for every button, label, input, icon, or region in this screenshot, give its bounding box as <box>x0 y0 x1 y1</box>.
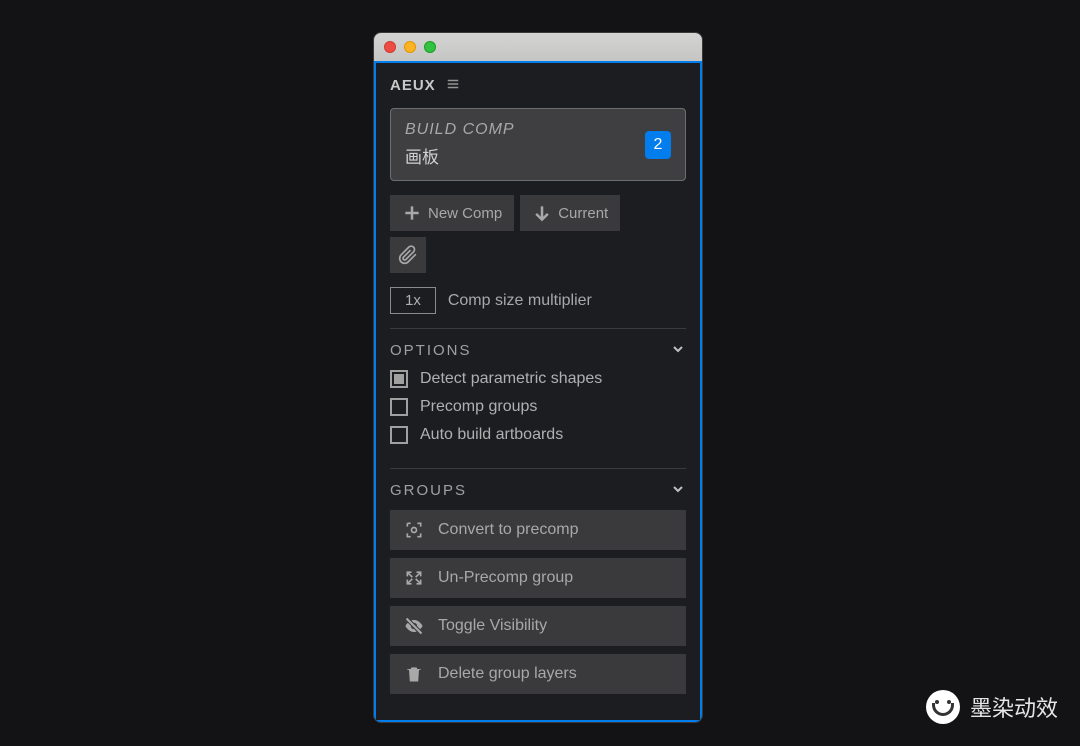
un-precomp-button[interactable]: Un-Precomp group <box>390 558 686 598</box>
trash-icon <box>404 664 424 684</box>
comp-button-row: New Comp Current <box>390 195 686 231</box>
precomp-groups-label: Precomp groups <box>420 398 537 416</box>
precomp-groups-option[interactable]: Precomp groups <box>390 398 686 416</box>
convert-to-precomp-button[interactable]: Convert to precomp <box>390 510 686 550</box>
eye-off-icon <box>404 616 424 636</box>
detect-parametric-option[interactable]: Detect parametric shapes <box>390 370 686 388</box>
checkbox-checked-icon <box>390 370 408 388</box>
build-comp-text: BUILD COMP 画板 <box>405 121 515 168</box>
unprecomp-label: Un-Precomp group <box>438 569 573 587</box>
paperclip-icon <box>398 245 418 265</box>
minimize-button[interactable] <box>404 41 416 53</box>
attach-row <box>390 237 686 273</box>
watermark: 墨染动效 <box>926 690 1058 724</box>
checkbox-icon <box>390 426 408 444</box>
current-label: Current <box>558 205 608 222</box>
close-button[interactable] <box>384 41 396 53</box>
groups-header-label: GROUPS <box>390 482 467 499</box>
layer-count-badge: 2 <box>645 131 671 159</box>
attach-button[interactable] <box>390 237 426 273</box>
window-titlebar <box>374 33 702 61</box>
build-comp-name: 画板 <box>405 143 515 168</box>
expand-icon <box>404 568 424 588</box>
groups-header[interactable]: GROUPS <box>390 481 686 500</box>
panel-body: AEUX BUILD COMP 画板 2 N <box>374 61 702 722</box>
panel-header: AEUX <box>390 77 686 94</box>
delete-label: Delete group layers <box>438 665 577 683</box>
plugin-window: AEUX BUILD COMP 画板 2 N <box>373 32 703 723</box>
delete-group-layers-button[interactable]: Delete group layers <box>390 654 686 694</box>
options-section: OPTIONS Detect parametric shapes Precomp… <box>390 341 686 469</box>
auto-build-label: Auto build artboards <box>420 426 563 444</box>
options-header-label: OPTIONS <box>390 342 472 359</box>
wechat-icon <box>926 690 960 724</box>
multiplier-label: Comp size multiplier <box>448 292 592 310</box>
chevron-down-icon <box>670 341 686 360</box>
toggle-visibility-button[interactable]: Toggle Visibility <box>390 606 686 646</box>
detect-parametric-label: Detect parametric shapes <box>420 370 602 388</box>
toggle-vis-label: Toggle Visibility <box>438 617 547 635</box>
new-comp-label: New Comp <box>428 205 502 222</box>
multiplier-row: 1x Comp size multiplier <box>390 287 686 329</box>
panel-title: AEUX <box>390 77 436 94</box>
new-comp-button[interactable]: New Comp <box>390 195 514 231</box>
chevron-down-icon <box>670 481 686 500</box>
groups-section: GROUPS Convert to precomp <box>390 481 686 694</box>
build-comp-label: BUILD COMP <box>405 121 515 139</box>
maximize-button[interactable] <box>424 41 436 53</box>
auto-build-option[interactable]: Auto build artboards <box>390 426 686 444</box>
current-comp-button[interactable]: Current <box>520 195 620 231</box>
checkbox-icon <box>390 398 408 416</box>
precomp-icon <box>404 520 424 540</box>
options-header[interactable]: OPTIONS <box>390 341 686 360</box>
build-comp-card[interactable]: BUILD COMP 画板 2 <box>390 108 686 181</box>
watermark-text: 墨染动效 <box>970 691 1058 723</box>
convert-label: Convert to precomp <box>438 521 579 539</box>
arrow-down-icon <box>532 203 552 223</box>
multiplier-value[interactable]: 1x <box>390 287 436 314</box>
menu-icon[interactable] <box>446 77 460 94</box>
plus-icon <box>402 203 422 223</box>
